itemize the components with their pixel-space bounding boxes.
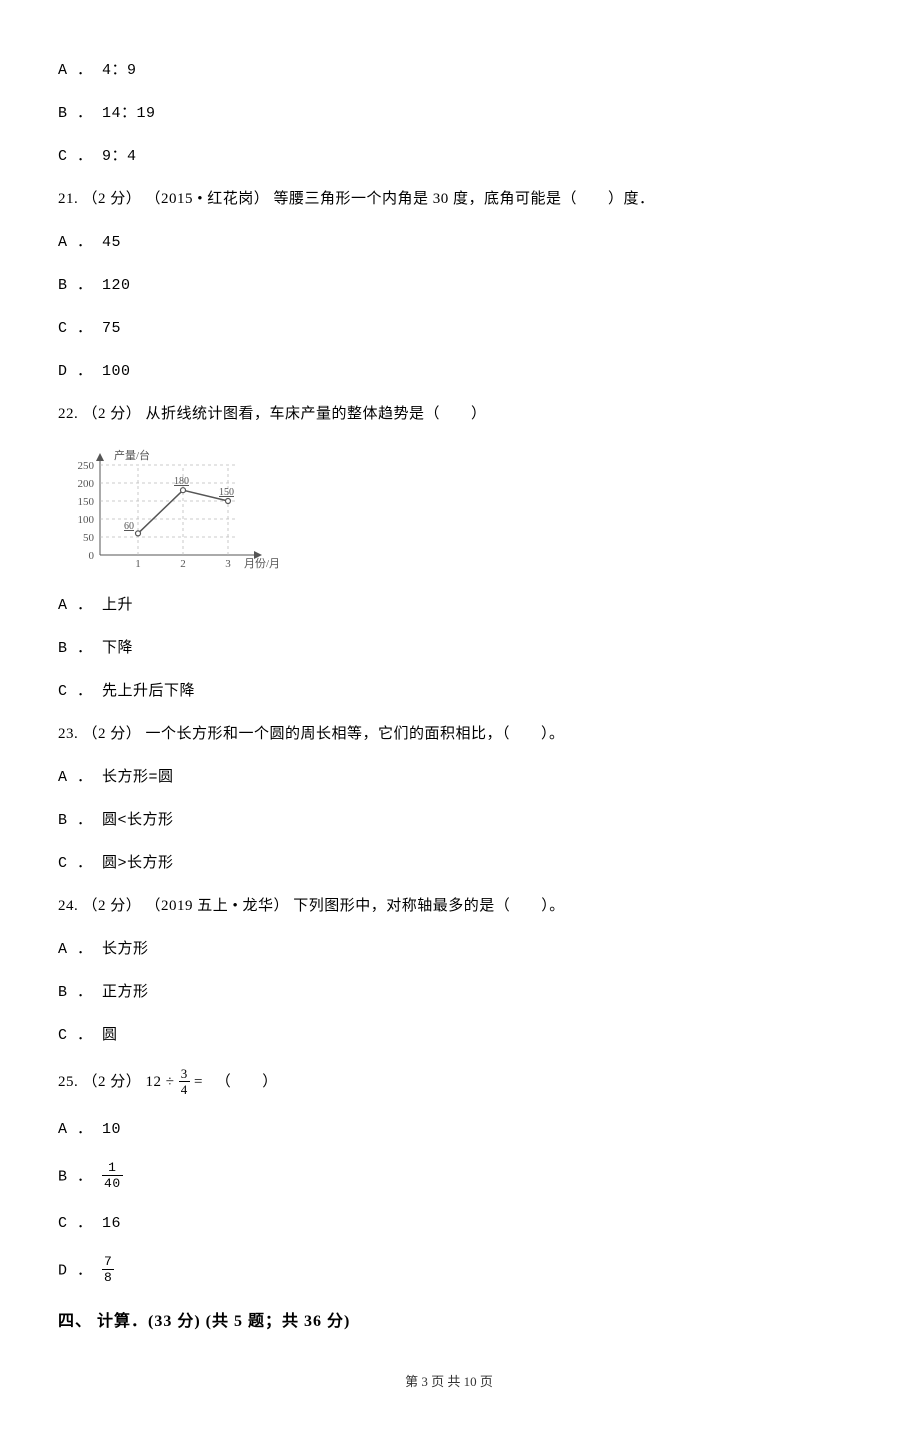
chart-xtick-1: 1 (135, 558, 141, 570)
chart-ytick-200: 200 (78, 478, 95, 490)
chart-point-label-3: 150 (219, 487, 234, 498)
fraction-numerator: 1 (102, 1161, 123, 1176)
section-4-heading: 四、 计算．(33 分) (共 5 题；共 36 分) (58, 1307, 840, 1331)
fraction-denominator: 8 (102, 1270, 114, 1284)
q22-chart: 0 50 100 150 200 250 1 2 3 产量/台 月份/月 60 … (58, 447, 278, 573)
q24-stem: 24. （2 分） （2019 五上 • 龙华） 下列图形中，对称轴最多的是（ … (58, 896, 840, 917)
q25-option-d-fraction: 7 8 (102, 1255, 114, 1284)
q25-option-b-prefix: B ． (58, 1168, 93, 1185)
chart-xlabel: 月份/月 (244, 557, 278, 570)
chart-ytick-150: 150 (78, 496, 95, 508)
chart-ytick-0: 0 (89, 550, 95, 562)
q21-option-c: C ． 75 (58, 318, 840, 339)
q21-option-d: D ． 100 (58, 361, 840, 382)
q25-option-b: B ． 1 40 (58, 1162, 840, 1191)
q23-option-a: A ． 长方形=圆 (58, 767, 840, 788)
chart-xtick-3: 3 (225, 558, 231, 570)
q25-option-d: D ． 7 8 (58, 1256, 840, 1285)
chart-ytick-50: 50 (83, 532, 95, 544)
q20-option-b: B ． 14：19 (58, 103, 840, 124)
q22-option-a: A ． 上升 (58, 595, 840, 616)
chart-ytick-100: 100 (78, 514, 95, 526)
q23-option-c: C ． 圆>长方形 (58, 853, 840, 874)
fraction-numerator: 3 (179, 1067, 190, 1082)
chart-point-label-1: 60 (124, 521, 134, 532)
q25-stem: 25. （2 分） 12 ÷ 3 4 = （ ） (58, 1068, 840, 1097)
fraction-denominator: 4 (179, 1082, 190, 1096)
q21-option-a: A ． 45 (58, 232, 840, 253)
q20-option-c: C ． 9：4 (58, 146, 840, 167)
q21-option-b: B ． 120 (58, 275, 840, 296)
q25-option-b-fraction: 1 40 (102, 1161, 123, 1190)
q22-option-b: B ． 下降 (58, 638, 840, 659)
chart-ylabel: 产量/台 (114, 448, 150, 462)
q25-expr-lhs: 12 ÷ (146, 1074, 175, 1090)
q25-option-c: C ． 16 (58, 1213, 840, 1234)
chart-point-label-2: 180 (174, 476, 189, 487)
fraction-denominator: 40 (102, 1176, 123, 1190)
q21-stem: 21. （2 分） （2015 • 红花岗） 等腰三角形一个内角是 30 度，底… (58, 189, 840, 210)
q25-option-d-prefix: D ． (58, 1262, 93, 1279)
q24-option-a: A ． 长方形 (58, 939, 840, 960)
q25-stem-suffix: （ ） (216, 1074, 278, 1090)
q25-expr-fraction: 3 4 (179, 1067, 190, 1096)
q22-stem: 22. （2 分） 从折线统计图看，车床产量的整体趋势是（ ） (58, 404, 840, 425)
page-footer: 第 3 页 共 10 页 (58, 1371, 840, 1390)
fraction-numerator: 7 (102, 1255, 114, 1270)
q22-option-c: C ． 先上升后下降 (58, 681, 840, 702)
chart-ytick-250: 250 (78, 460, 95, 472)
q24-option-b: B ． 正方形 (58, 982, 840, 1003)
q20-option-a: A ． 4：9 (58, 60, 840, 81)
q23-stem: 23. （2 分） 一个长方形和一个圆的周长相等，它们的面积相比，（ ）。 (58, 724, 840, 745)
q25-stem-prefix: 25. （2 分） (58, 1074, 141, 1090)
chart-xtick-2: 2 (180, 558, 186, 570)
q25-option-a: A ． 10 (58, 1119, 840, 1140)
q23-option-b: B ． 圆<长方形 (58, 810, 840, 831)
q25-expr-eq: = (194, 1074, 203, 1090)
q24-option-c: C ． 圆 (58, 1025, 840, 1046)
